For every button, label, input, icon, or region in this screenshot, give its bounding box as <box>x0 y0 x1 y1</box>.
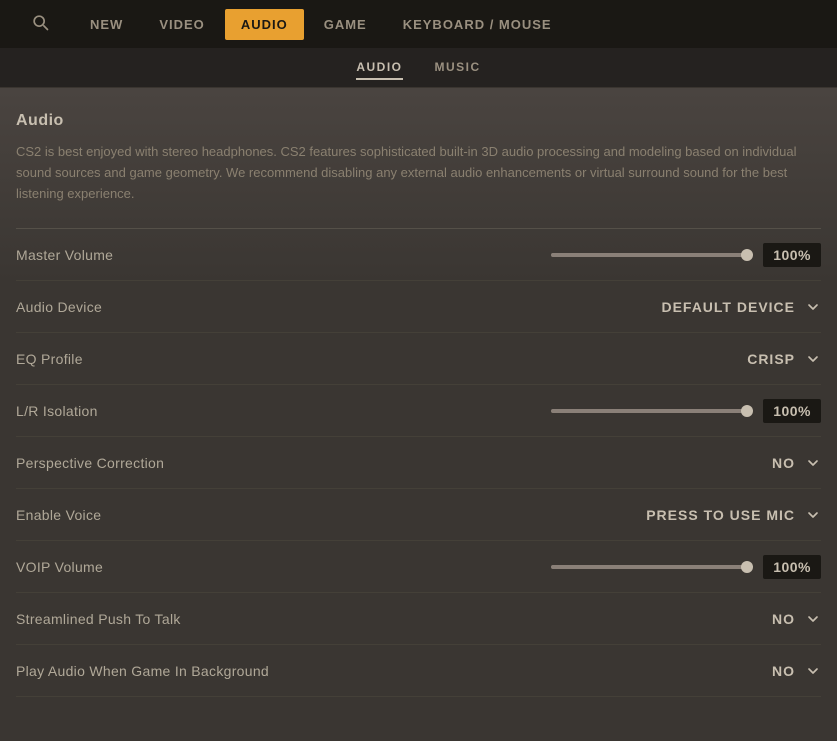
setting-label-play-audio-background: Play Audio When Game In Background <box>16 663 269 679</box>
setting-control-lr-isolation: 100% <box>551 399 821 423</box>
nav-items: NEWVIDEOAUDIOGAMEKEYBOARD / MOUSE <box>74 9 568 40</box>
setting-row-voip-volume: VOIP Volume 100% <box>16 541 821 593</box>
setting-row-perspective-correction: Perspective Correction NO <box>16 437 821 489</box>
setting-control-eq-profile: CRISP <box>747 351 821 367</box>
sub-nav-item-music[interactable]: MUSIC <box>435 56 481 80</box>
slider-voip-volume[interactable] <box>551 565 751 569</box>
nav-item-new[interactable]: NEW <box>74 9 139 40</box>
chevron-down-icon <box>805 663 821 679</box>
setting-row-streamlined-push-to-talk: Streamlined Push To Talk NO <box>16 593 821 645</box>
description-text: CS2 is best enjoyed with stereo headphon… <box>16 142 816 204</box>
setting-control-audio-device: DEFAULT DEVICE <box>661 299 821 315</box>
dropdown-perspective-correction[interactable]: NO <box>772 455 821 471</box>
dropdown-value-audio-device: DEFAULT DEVICE <box>661 299 795 315</box>
setting-label-master-volume: Master Volume <box>16 247 113 263</box>
setting-row-play-audio-background: Play Audio When Game In Background NO <box>16 645 821 697</box>
slider-track <box>551 409 751 413</box>
setting-label-enable-voice: Enable Voice <box>16 507 101 523</box>
dropdown-eq-profile[interactable]: CRISP <box>747 351 821 367</box>
setting-row-lr-isolation: L/R Isolation 100% <box>16 385 821 437</box>
setting-label-perspective-correction: Perspective Correction <box>16 455 164 471</box>
setting-row-master-volume: Master Volume 100% <box>16 229 821 281</box>
setting-control-perspective-correction: NO <box>772 455 821 471</box>
search-icon <box>30 12 50 32</box>
dropdown-value-perspective-correction: NO <box>772 455 795 471</box>
nav-item-video[interactable]: VIDEO <box>143 9 220 40</box>
slider-thumb <box>741 561 753 573</box>
dropdown-enable-voice[interactable]: PRESS TO USE MIC <box>646 507 821 523</box>
setting-row-audio-device: Audio Device DEFAULT DEVICE <box>16 281 821 333</box>
slider-fill <box>551 409 751 413</box>
setting-control-master-volume: 100% <box>551 243 821 267</box>
slider-track <box>551 565 751 569</box>
sub-navigation: AUDIO MUSIC <box>0 48 837 88</box>
dropdown-play-audio-background[interactable]: NO <box>772 663 821 679</box>
setting-label-eq-profile: EQ Profile <box>16 351 83 367</box>
sub-nav-items: AUDIO MUSIC <box>356 56 480 80</box>
setting-label-audio-device: Audio Device <box>16 299 102 315</box>
slider-value-voip-volume: 100% <box>763 555 821 579</box>
nav-item-audio[interactable]: AUDIO <box>225 9 304 40</box>
nav-item-keyboard-mouse[interactable]: KEYBOARD / MOUSE <box>387 9 568 40</box>
nav-item-game[interactable]: GAME <box>308 9 383 40</box>
dropdown-streamlined-push-to-talk[interactable]: NO <box>772 611 821 627</box>
slider-thumb <box>741 249 753 261</box>
section-title: Audio <box>16 112 821 130</box>
setting-control-enable-voice: PRESS TO USE MIC <box>646 507 821 523</box>
sub-nav-item-audio[interactable]: AUDIO <box>356 56 402 80</box>
setting-row-eq-profile: EQ Profile CRISP <box>16 333 821 385</box>
slider-lr-isolation[interactable] <box>551 409 751 413</box>
slider-thumb <box>741 405 753 417</box>
dropdown-value-play-audio-background: NO <box>772 663 795 679</box>
setting-control-play-audio-background: NO <box>772 663 821 679</box>
setting-label-streamlined-push-to-talk: Streamlined Push To Talk <box>16 611 181 627</box>
setting-label-voip-volume: VOIP Volume <box>16 559 103 575</box>
chevron-down-icon <box>805 507 821 523</box>
chevron-down-icon <box>805 455 821 471</box>
slider-fill <box>551 253 751 257</box>
slider-track <box>551 253 751 257</box>
settings-list: Master Volume 100% Audio Device DEFAULT DEV… <box>16 228 821 697</box>
main-content: Audio CS2 is best enjoyed with stereo he… <box>0 88 837 741</box>
search-button[interactable] <box>30 12 50 37</box>
setting-row-enable-voice: Enable Voice PRESS TO USE MIC <box>16 489 821 541</box>
dropdown-value-enable-voice: PRESS TO USE MIC <box>646 507 795 523</box>
slider-fill <box>551 565 751 569</box>
setting-control-voip-volume: 100% <box>551 555 821 579</box>
dropdown-value-eq-profile: CRISP <box>747 351 795 367</box>
chevron-down-icon <box>805 351 821 367</box>
setting-control-streamlined-push-to-talk: NO <box>772 611 821 627</box>
slider-value-master-volume: 100% <box>763 243 821 267</box>
top-navigation: NEWVIDEOAUDIOGAMEKEYBOARD / MOUSE <box>0 0 837 48</box>
slider-master-volume[interactable] <box>551 253 751 257</box>
slider-value-lr-isolation: 100% <box>763 399 821 423</box>
dropdown-value-streamlined-push-to-talk: NO <box>772 611 795 627</box>
dropdown-audio-device[interactable]: DEFAULT DEVICE <box>661 299 821 315</box>
setting-label-lr-isolation: L/R Isolation <box>16 403 98 419</box>
chevron-down-icon <box>805 299 821 315</box>
chevron-down-icon <box>805 611 821 627</box>
